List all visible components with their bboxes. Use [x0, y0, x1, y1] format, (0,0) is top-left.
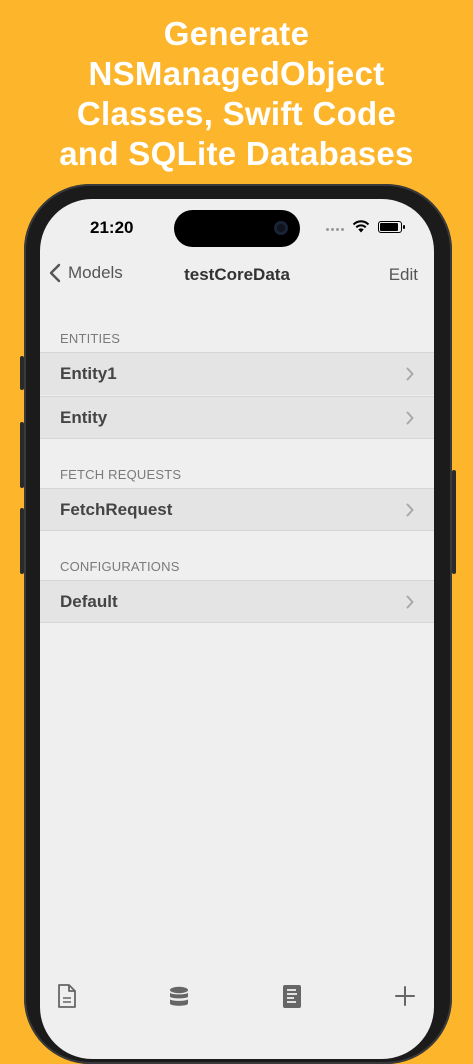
code-document-icon[interactable]: [282, 984, 302, 1009]
section-header-configurations: CONFIGURATIONS: [60, 559, 180, 574]
edit-button[interactable]: Edit: [389, 265, 418, 285]
wifi-icon: [352, 220, 370, 233]
list-item-default[interactable]: Default: [40, 580, 434, 623]
promo-headline: Generate NSManagedObject Classes, Swift …: [0, 14, 473, 174]
bottom-toolbar: [40, 983, 434, 1013]
status-time: 21:20: [90, 218, 134, 237]
page-title: testCoreData: [184, 265, 290, 284]
headline-line-3: Classes, Swift Code: [76, 95, 397, 132]
chevron-right-icon: [406, 411, 414, 425]
section-header-entities: ENTITIES: [60, 331, 121, 346]
chevron-right-icon: [406, 367, 414, 381]
volume-up-button: [20, 422, 24, 488]
list-item-entity1[interactable]: Entity1: [40, 352, 434, 395]
cellular-signal-icon: [326, 222, 344, 231]
navigation-bar: Models testCoreData Edit: [40, 263, 434, 289]
front-camera: [274, 221, 288, 235]
volume-down-button: [20, 508, 24, 574]
phone-screen: 21:20 Models testCoreData Edit ENTITIES …: [40, 199, 434, 1059]
list-item-fetchrequest[interactable]: FetchRequest: [40, 488, 434, 531]
list-item-label: Default: [60, 591, 118, 611]
battery-icon: [378, 220, 405, 233]
chevron-right-icon: [406, 595, 414, 609]
headline-line-4: and SQLite Databases: [59, 135, 414, 172]
plus-icon[interactable]: [395, 986, 415, 1006]
list-item-entity[interactable]: Entity: [40, 396, 434, 439]
list-item-label: Entity: [60, 407, 108, 427]
headline-line-1: Generate: [163, 15, 310, 52]
list-item-label: Entity1: [60, 364, 117, 383]
dynamic-island: [174, 210, 300, 247]
status-icons: [326, 220, 405, 233]
silent-switch: [20, 356, 24, 390]
chevron-right-icon: [406, 503, 414, 517]
power-button: [452, 470, 456, 574]
database-icon[interactable]: [169, 986, 189, 1008]
headline-line-2: NSManagedObject: [88, 55, 385, 92]
section-header-fetch-requests: FETCH REQUESTS: [60, 467, 182, 482]
document-icon[interactable]: [57, 983, 77, 1009]
list-item-label: FetchRequest: [60, 499, 173, 519]
